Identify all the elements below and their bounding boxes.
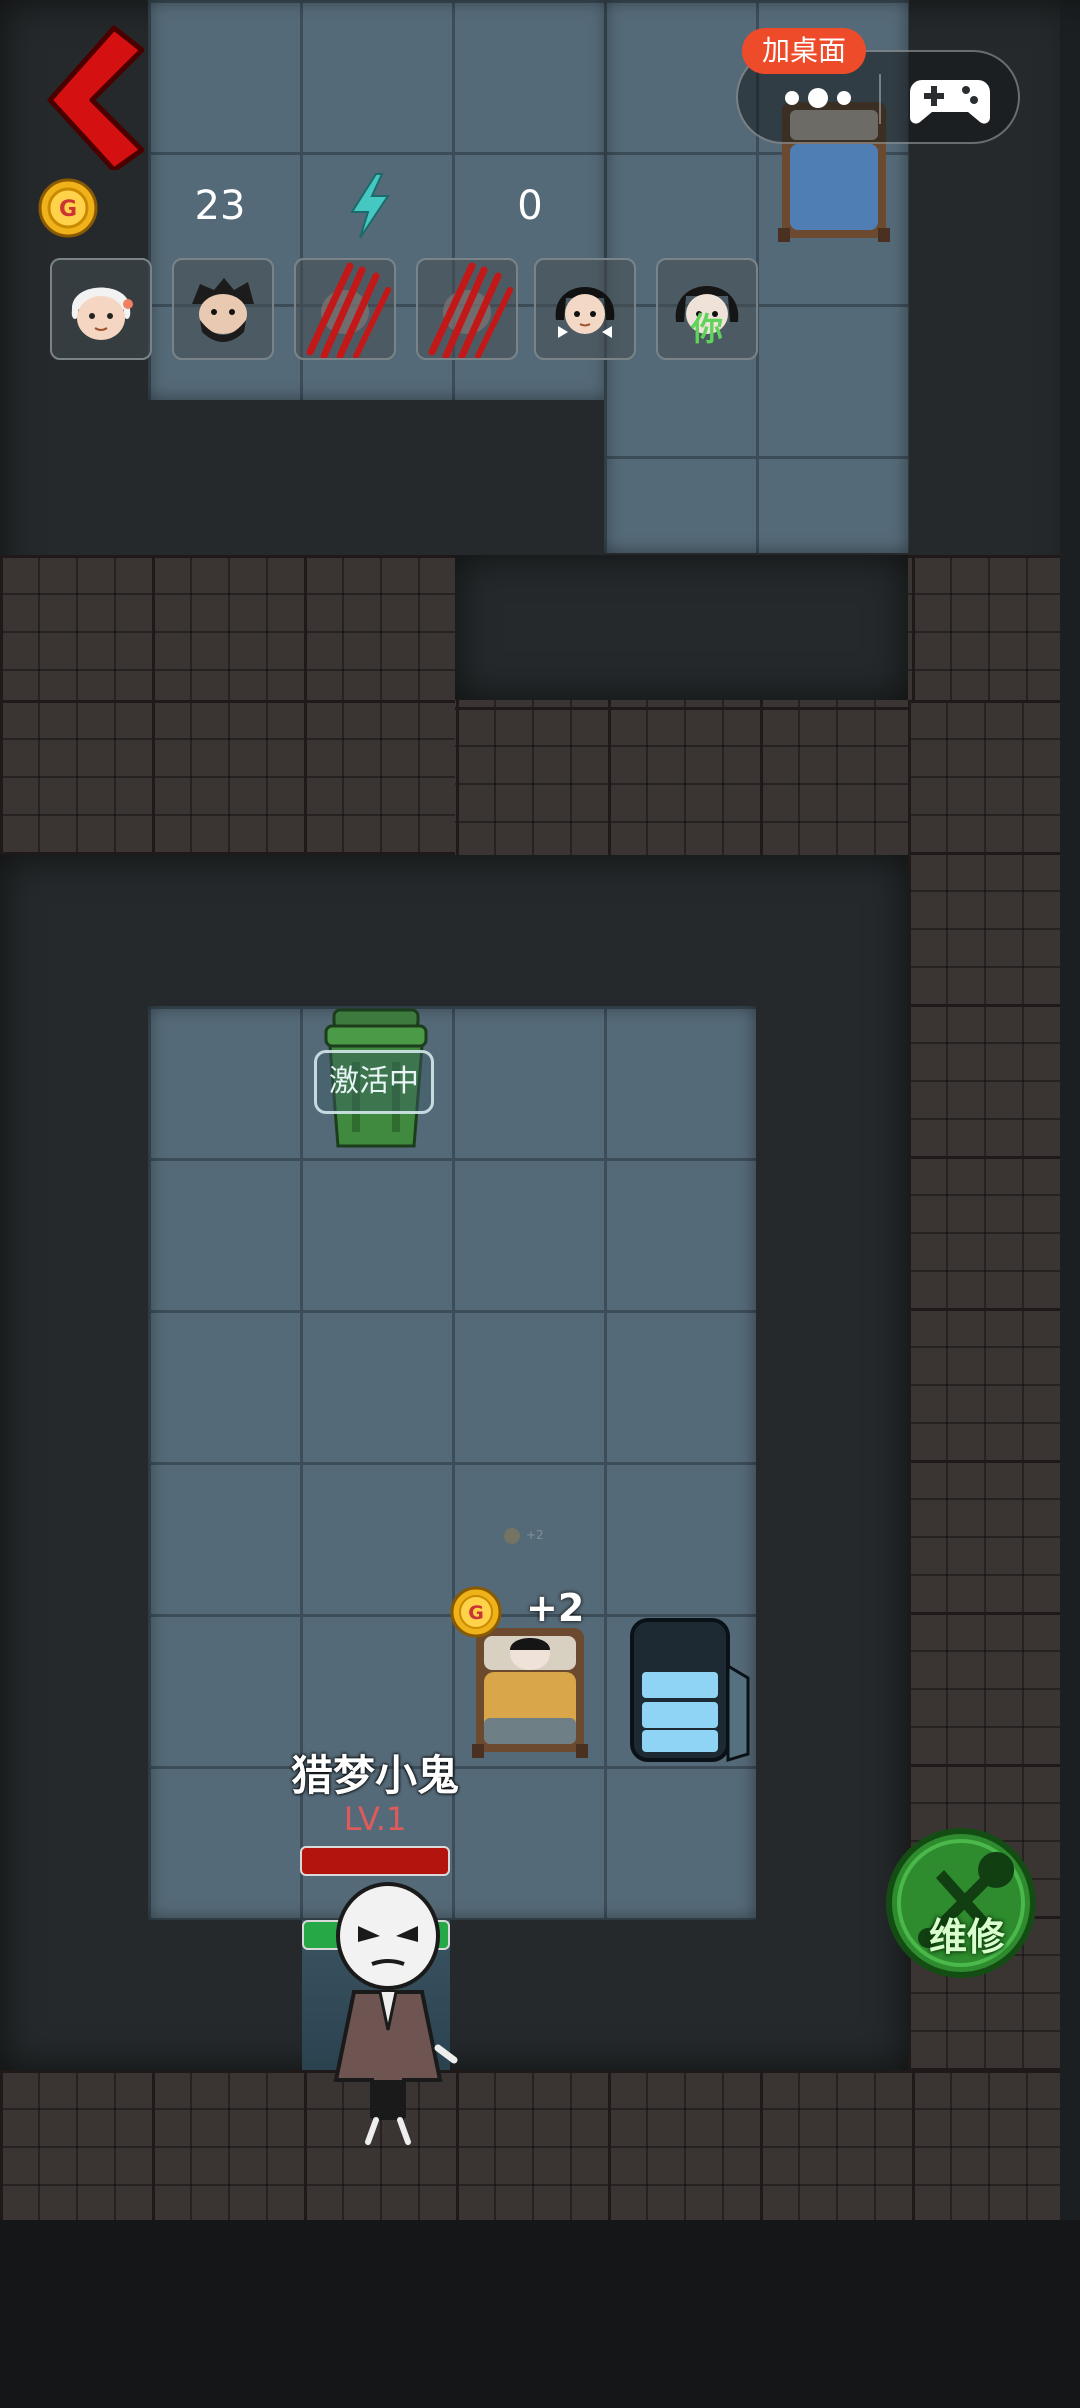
ghost-level: LV.1 [343, 1800, 407, 1838]
grandma-avatar-icon [71, 287, 133, 340]
add-to-desktop-badge[interactable]: 加桌面 [742, 28, 867, 74]
you-tag: 你 [690, 310, 723, 348]
bed-income-text: +2 [526, 1586, 585, 1630]
game-screen: 加桌面 G 23 0 你 激活中 +2 G +2 猎梦小鬼 LV.1 维修 [0, 0, 1080, 2408]
brick-corridor-bottom [0, 2070, 1080, 2220]
claw-scratch-icon [306, 262, 391, 358]
bearded-man-avatar-icon [192, 278, 254, 342]
brick-corridor-right [908, 700, 1068, 2220]
ghost-name: 猎梦小鬼 [290, 1751, 459, 1800]
back-arrow-icon[interactable] [44, 20, 154, 170]
ghost-character [333, 1882, 458, 2145]
svg-text:G: G [59, 197, 77, 222]
coin-count: 23 [194, 183, 246, 229]
energy-count: 0 [517, 183, 543, 229]
gamepad-icon[interactable] [908, 74, 992, 126]
bottom-shadow [0, 2220, 1080, 2408]
right-edge-wall [1060, 0, 1080, 2408]
faint-income-text: +2 [526, 1528, 544, 1542]
lightning-icon [350, 173, 390, 239]
girl-avatar-icon [555, 287, 615, 338]
roster-slot-bearded-man[interactable] [172, 258, 274, 360]
more-dots-icon[interactable] [778, 78, 868, 118]
upper-wall [455, 555, 908, 700]
gold-coin-icon: G [38, 178, 98, 238]
bed-coin-icon: G [450, 1586, 502, 1638]
activating-label: 激活中 [314, 1050, 434, 1114]
roster-slot-clawed-2[interactable] [416, 258, 518, 360]
player-avatar-icon: 你 [675, 286, 739, 348]
roster-slot-grandma[interactable] [50, 258, 152, 360]
fridge[interactable] [628, 1616, 752, 1766]
faint-coin-icon [504, 1528, 520, 1544]
brick-corridor-left [0, 700, 455, 855]
svg-text:G: G [468, 1602, 484, 1624]
ghost-hp-bar [300, 1846, 450, 1876]
roster-slot-player[interactable]: 你 [656, 258, 758, 360]
roster-slot-clawed-1[interactable] [294, 258, 396, 360]
claw-scratch-icon [428, 262, 513, 358]
capsule-divider [879, 74, 881, 124]
player-bed[interactable] [470, 1620, 590, 1760]
roster-slot-girl[interactable] [534, 258, 636, 360]
repair-label: 维修 [928, 1915, 1005, 1959]
